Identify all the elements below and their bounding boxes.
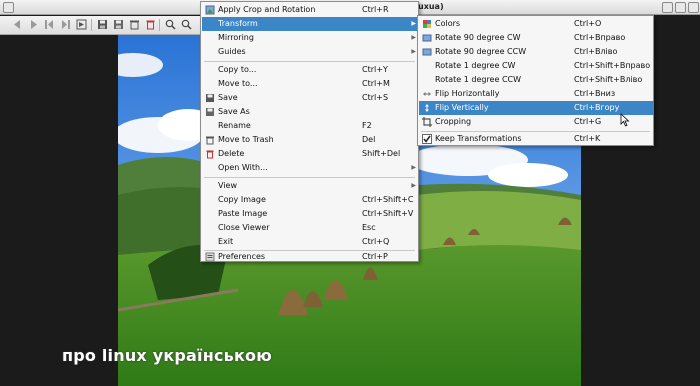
menu-item-open-with[interactable]: Open With... ▶ [202, 161, 419, 175]
menu-item-close-viewer[interactable]: Close Viewer Esc [202, 221, 419, 235]
delete-icon [205, 149, 215, 159]
menu-item-preferences[interactable]: Preferences Ctrl+P [202, 250, 419, 264]
rotate-ccw-icon [422, 47, 432, 57]
flip-vertical-icon [422, 103, 432, 113]
maximize-button[interactable] [675, 2, 686, 13]
flip-horizontal-icon [422, 89, 432, 99]
menu-item-flip-vertically[interactable]: Flip Vertically Ctrl+Вгору [419, 101, 654, 115]
menu-item-keep-transformations[interactable]: Keep Transformations Ctrl+K [419, 132, 654, 146]
menu-item-rotate-1-ccw[interactable]: Rotate 1 degree CCW Ctrl+Shift+Вліво [419, 73, 654, 87]
transform-submenu: Colors Ctrl+O Rotate 90 degree CW Ctrl+В… [417, 15, 654, 146]
menu-item-rotate-1-cw[interactable]: Rotate 1 degree CW Ctrl+Shift+Вправо [419, 59, 654, 73]
submenu-arrow-icon: ▶ [411, 20, 416, 27]
forward-icon[interactable] [28, 19, 39, 30]
fullscreen-icon[interactable] [76, 19, 87, 30]
menu-item-rotate-90-cw[interactable]: Rotate 90 degree CW Ctrl+Вправо [419, 31, 654, 45]
save-as-icon[interactable] [113, 19, 124, 30]
menu-item-apply-crop[interactable]: Apply Crop and Rotation Ctrl+R [202, 3, 419, 17]
menu-item-view[interactable]: View ▶ [202, 179, 419, 193]
menu-item-exit[interactable]: Exit Ctrl+Q [202, 235, 419, 249]
close-button[interactable] [688, 2, 699, 13]
menu-item-rename[interactable]: Rename F2 [202, 119, 419, 133]
zoom-out-icon[interactable] [181, 19, 192, 30]
menu-item-save[interactable]: Save Ctrl+S [202, 91, 419, 105]
crop-icon [422, 117, 432, 127]
save-icon [205, 93, 215, 103]
mouse-pointer-icon [620, 113, 630, 127]
zoom-in-icon[interactable] [165, 19, 176, 30]
last-icon[interactable] [60, 19, 71, 30]
rotate-cw-icon [422, 33, 432, 43]
minimize-button[interactable] [662, 2, 673, 13]
checkbox-checked-icon[interactable] [422, 134, 432, 144]
menu-item-guides[interactable]: Guides ▶ [202, 45, 419, 59]
menu-item-delete[interactable]: Delete Shift+Del [202, 147, 419, 161]
menu-item-transform[interactable]: Transform ▶ [202, 17, 419, 31]
colors-icon [422, 19, 432, 29]
context-menu: Apply Crop and Rotation Ctrl+R Transform… [200, 1, 419, 262]
menu-item-paste-image[interactable]: Paste Image Ctrl+Shift+V [202, 207, 419, 221]
submenu-arrow-icon: ▶ [411, 182, 416, 189]
window-menu-button[interactable] [3, 2, 14, 13]
menu-item-colors[interactable]: Colors Ctrl+O [419, 17, 654, 31]
window-title: uxua) [418, 2, 444, 11]
back-icon[interactable] [12, 19, 23, 30]
crop-apply-icon [205, 5, 215, 15]
menu-item-save-as[interactable]: Save As [202, 105, 419, 119]
menu-item-mirroring[interactable]: Mirroring ▶ [202, 31, 419, 45]
delete-icon[interactable] [145, 19, 156, 30]
menu-item-copy-to[interactable]: Copy to... Ctrl+Y [202, 63, 419, 77]
trash-icon [205, 135, 215, 145]
menu-item-move-to[interactable]: Move to... Ctrl+M [202, 77, 419, 91]
menu-item-copy-image[interactable]: Copy Image Ctrl+Shift+C [202, 193, 419, 207]
save-icon[interactable] [97, 19, 108, 30]
save-as-icon [205, 107, 215, 117]
first-icon[interactable] [44, 19, 55, 30]
menu-item-cropping[interactable]: Cropping Ctrl+G [419, 115, 654, 129]
trash-icon[interactable] [129, 19, 140, 30]
submenu-arrow-icon: ▶ [411, 48, 416, 55]
submenu-arrow-icon: ▶ [411, 34, 416, 41]
preferences-icon [205, 252, 215, 262]
menu-item-flip-horizontally[interactable]: Flip Horizontally Ctrl+Вниз [419, 87, 654, 101]
submenu-arrow-icon: ▶ [411, 164, 416, 171]
menu-item-rotate-90-ccw[interactable]: Rotate 90 degree CCW Ctrl+Вліво [419, 45, 654, 59]
menu-item-move-to-trash[interactable]: Move to Trash Del [202, 133, 419, 147]
watermark-text: про linux українською [62, 346, 272, 365]
toolbar [0, 16, 210, 35]
